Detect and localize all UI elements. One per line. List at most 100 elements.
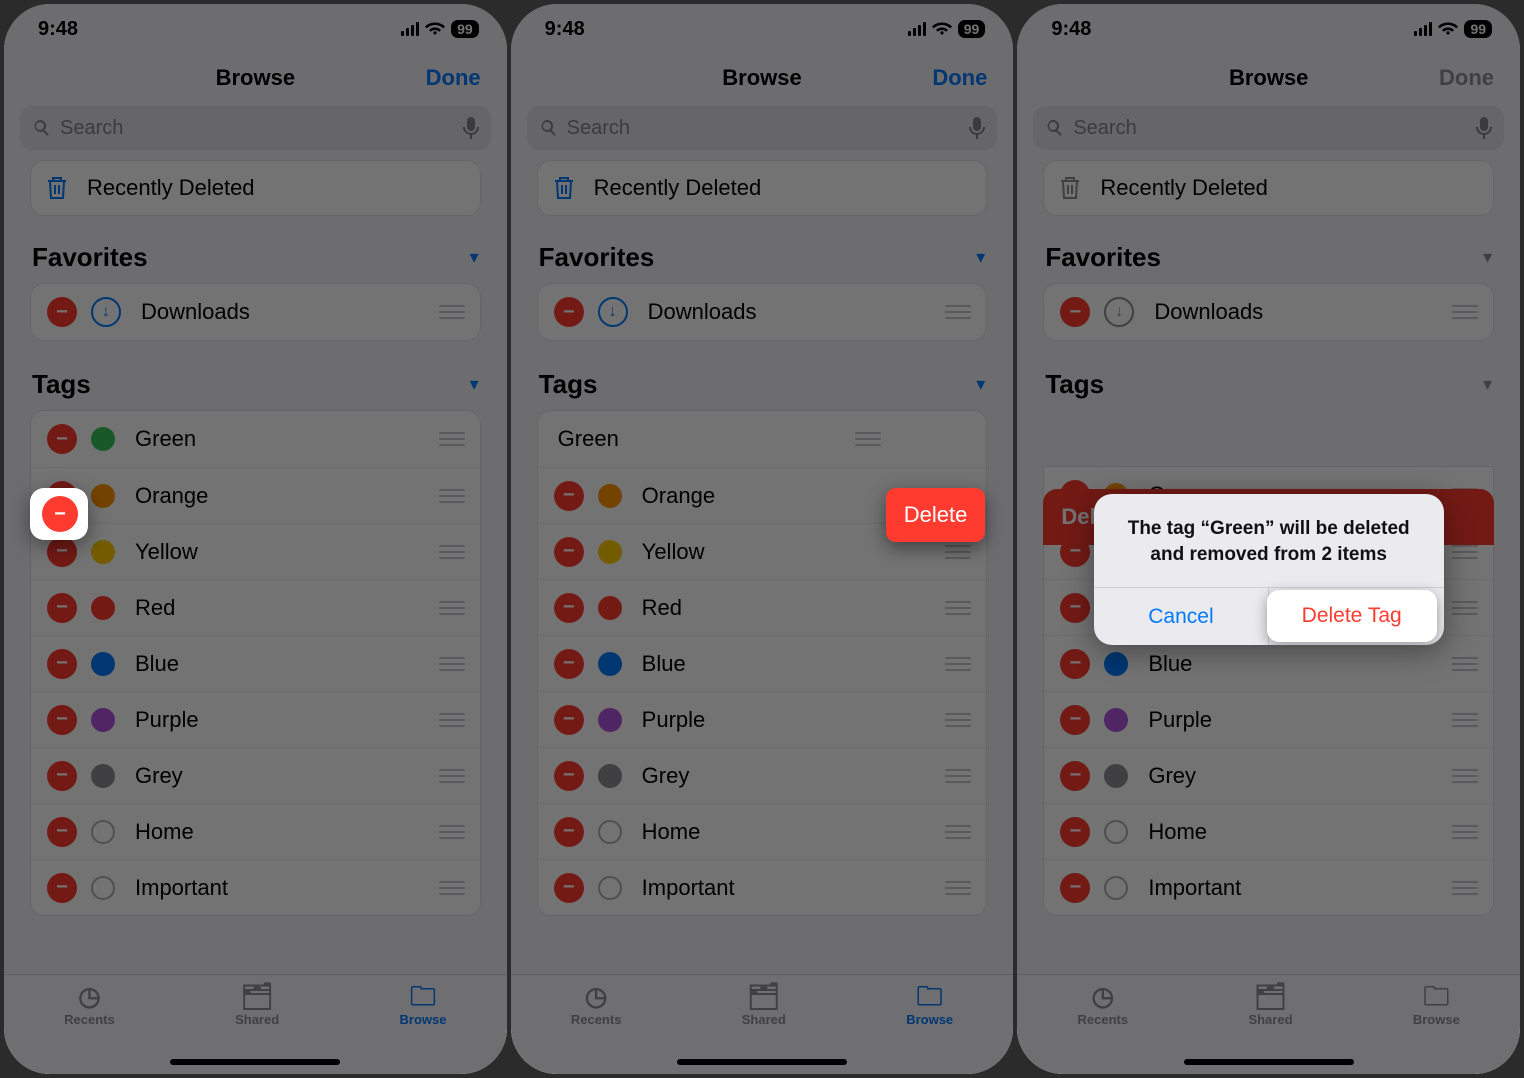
drag-handle-icon[interactable]: [944, 305, 972, 319]
tag-row-green-sliding[interactable]: Green: [538, 411, 987, 467]
search-input[interactable]: Search: [1033, 106, 1504, 150]
favorites-row-downloads[interactable]: − ↓ Downloads: [1044, 284, 1493, 340]
drag-handle-icon[interactable]: [438, 657, 466, 671]
search-input[interactable]: Search: [527, 106, 998, 150]
tab-recents[interactable]: ◷Recents: [64, 983, 115, 1074]
remove-tag-button[interactable]: −: [554, 649, 584, 679]
favorites-header[interactable]: Favorites ▾: [511, 240, 1014, 283]
tab-browse[interactable]: 🗀Browse: [906, 983, 953, 1074]
remove-tag-button[interactable]: −: [554, 705, 584, 735]
recently-deleted-row[interactable]: Recently Deleted: [30, 160, 481, 216]
drag-handle-icon[interactable]: [1451, 881, 1479, 895]
tab-recents[interactable]: ◷Recents: [1078, 983, 1129, 1074]
remove-tag-button[interactable]: −: [1060, 649, 1090, 679]
mic-icon[interactable]: [969, 117, 985, 139]
drag-handle-icon[interactable]: [944, 769, 972, 783]
remove-tag-button[interactable]: −: [554, 537, 584, 567]
remove-tag-button[interactable]: −: [47, 593, 77, 623]
remove-tag-button[interactable]: −: [554, 481, 584, 511]
remove-tag-button[interactable]: −: [47, 537, 77, 567]
tab-browse[interactable]: 🗀Browse: [400, 983, 447, 1074]
alert-delete-highlight[interactable]: Delete Tag: [1267, 590, 1437, 642]
drag-handle-icon[interactable]: [438, 713, 466, 727]
tags-header[interactable]: Tags ▾: [1017, 367, 1520, 410]
drag-handle-icon[interactable]: [438, 545, 466, 559]
drag-handle-icon[interactable]: [438, 432, 466, 446]
remove-tag-button[interactable]: −: [47, 424, 77, 454]
remove-tag-button[interactable]: −: [554, 873, 584, 903]
drag-handle-icon[interactable]: [1451, 657, 1479, 671]
remove-tag-button[interactable]: −: [47, 873, 77, 903]
search-input[interactable]: Search: [20, 106, 491, 150]
drag-handle-icon[interactable]: [1451, 305, 1479, 319]
remove-tag-button[interactable]: −: [554, 817, 584, 847]
done-button[interactable]: Done: [932, 65, 987, 91]
home-indicator[interactable]: [1184, 1059, 1354, 1065]
drag-handle-icon[interactable]: [438, 601, 466, 615]
tag-row-home[interactable]: −Home: [1044, 803, 1493, 859]
tag-row-home[interactable]: −Home: [31, 803, 480, 859]
drag-handle-icon[interactable]: [438, 489, 466, 503]
tag-row-orange[interactable]: −Orange: [31, 467, 480, 523]
favorites-header[interactable]: Favorites ▾: [4, 240, 507, 283]
recently-deleted-row[interactable]: Recently Deleted: [1043, 160, 1494, 216]
remove-tag-button[interactable]: −: [47, 705, 77, 735]
done-button[interactable]: Done: [426, 65, 481, 91]
remove-tag-button[interactable]: −: [47, 761, 77, 791]
tag-row-blue[interactable]: −Blue: [31, 635, 480, 691]
mic-icon[interactable]: [463, 117, 479, 139]
favorites-header[interactable]: Favorites ▾: [1017, 240, 1520, 283]
favorites-row-downloads[interactable]: − ↓ Downloads: [538, 284, 987, 340]
tag-row-red[interactable]: −Red: [538, 579, 987, 635]
tag-row-grey[interactable]: −Grey: [1044, 747, 1493, 803]
tag-row-important[interactable]: −Important: [1044, 859, 1493, 915]
drag-handle-icon[interactable]: [944, 545, 972, 559]
home-indicator[interactable]: [677, 1059, 847, 1065]
drag-handle-icon[interactable]: [944, 601, 972, 615]
remove-tag-button[interactable]: −: [47, 817, 77, 847]
drag-handle-icon[interactable]: [1451, 769, 1479, 783]
alert-cancel-button[interactable]: Cancel: [1094, 588, 1270, 645]
remove-tag-button[interactable]: −: [1060, 873, 1090, 903]
tags-header[interactable]: Tags ▾: [511, 367, 1014, 410]
tag-row-yellow[interactable]: −Yellow: [31, 523, 480, 579]
tag-row-important[interactable]: −Important: [538, 859, 987, 915]
drag-handle-icon[interactable]: [944, 713, 972, 727]
drag-handle-icon[interactable]: [1451, 545, 1479, 559]
home-indicator[interactable]: [170, 1059, 340, 1065]
drag-handle-icon[interactable]: [1451, 825, 1479, 839]
remove-tag-button[interactable]: −: [1060, 593, 1090, 623]
tag-row-red[interactable]: −Red: [31, 579, 480, 635]
drag-handle-icon[interactable]: [944, 825, 972, 839]
remove-tag-button[interactable]: −: [1060, 705, 1090, 735]
swipe-delete-button[interactable]: Delete: [886, 488, 986, 542]
drag-handle-icon[interactable]: [944, 881, 972, 895]
tab-browse[interactable]: 🗀Browse: [1413, 983, 1460, 1074]
tag-row-home[interactable]: −Home: [538, 803, 987, 859]
remove-tag-button[interactable]: −: [47, 649, 77, 679]
drag-handle-icon[interactable]: [1451, 713, 1479, 727]
drag-handle-icon[interactable]: [944, 657, 972, 671]
tag-row-grey[interactable]: −Grey: [31, 747, 480, 803]
tag-row-purple[interactable]: −Purple: [1044, 691, 1493, 747]
remove-tag-button[interactable]: −: [1060, 761, 1090, 791]
tag-row-important[interactable]: −Important: [31, 859, 480, 915]
drag-handle-icon[interactable]: [1451, 601, 1479, 615]
drag-handle-icon[interactable]: [438, 305, 466, 319]
remove-tag-button[interactable]: −: [1060, 817, 1090, 847]
tag-row-purple[interactable]: −Purple: [31, 691, 480, 747]
mic-icon[interactable]: [1476, 117, 1492, 139]
remove-favorite-button[interactable]: −: [47, 297, 77, 327]
remove-tag-button[interactable]: −: [554, 761, 584, 791]
tag-row-grey[interactable]: −Grey: [538, 747, 987, 803]
recently-deleted-row[interactable]: Recently Deleted: [537, 160, 988, 216]
remove-tag-green-highlight[interactable]: −: [30, 488, 88, 540]
remove-tag-button[interactable]: −: [554, 593, 584, 623]
favorites-row-downloads[interactable]: − ↓ Downloads: [31, 284, 480, 340]
tag-row-blue[interactable]: −Blue: [538, 635, 987, 691]
tags-header[interactable]: Tags ▾: [4, 367, 507, 410]
drag-handle-icon[interactable]: [438, 769, 466, 783]
drag-handle-icon[interactable]: [438, 881, 466, 895]
tab-recents[interactable]: ◷Recents: [571, 983, 622, 1074]
remove-favorite-button[interactable]: −: [554, 297, 584, 327]
